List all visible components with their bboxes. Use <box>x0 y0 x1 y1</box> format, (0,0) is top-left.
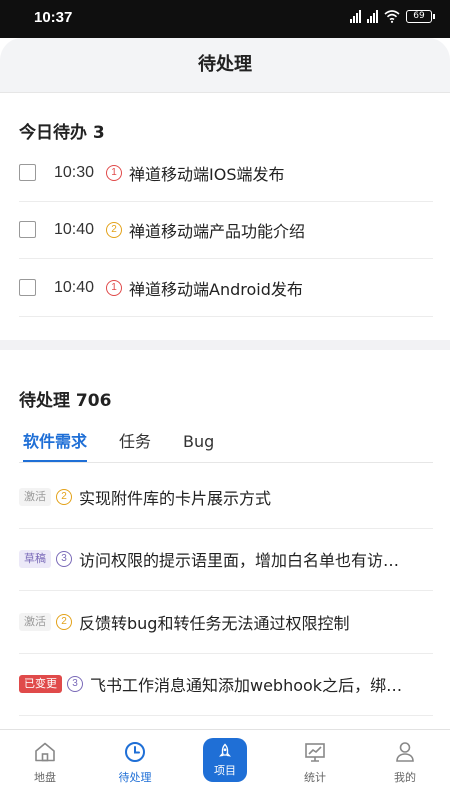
nav-label: 地盘 <box>34 771 56 784</box>
story-item[interactable]: 激活 2 反馈转bug和转任务无法通过权限控制 <box>19 591 433 654</box>
story-item[interactable]: 草稿 3 访问权限的提示语里面，增加白名单也有访… <box>19 528 433 591</box>
todo-time: 10:30 <box>54 163 95 181</box>
todo-checkbox[interactable] <box>19 279 36 296</box>
today-todo-title: 今日待办 3 <box>19 123 105 143</box>
status-badge: 草稿 <box>19 550 51 568</box>
todo-time: 10:40 <box>54 220 95 238</box>
pending-tabs: 软件需求 任务 Bug <box>19 422 433 463</box>
todo-item[interactable]: 10:40 2 禅道移动端产品功能介绍 <box>19 201 433 259</box>
nav-item-profile[interactable]: 我的 <box>360 730 450 800</box>
status-icons: 69 <box>350 10 435 23</box>
todo-item[interactable]: 10:30 1 禅道移动端IOS端发布 <box>19 144 433 202</box>
nav-item-home[interactable]: 地盘 <box>0 730 90 800</box>
todo-item[interactable]: 10:40 1 禅道移动端Android发布 <box>19 259 433 317</box>
home-icon <box>35 742 55 762</box>
priority-icon: 2 <box>106 221 122 238</box>
story-title: 实现附件库的卡片展示方式 <box>79 489 272 508</box>
nav-label: 项目 <box>214 763 236 777</box>
tab-task[interactable]: 任务 <box>115 422 155 462</box>
priority-icon: 1 <box>106 279 122 296</box>
status-time: 10:37 <box>34 9 73 26</box>
todo-text: 禅道移动端产品功能介绍 <box>129 221 306 241</box>
todo-text: 禅道移动端IOS端发布 <box>129 164 285 184</box>
tab-bug[interactable]: Bug <box>179 422 218 462</box>
user-icon <box>396 742 414 762</box>
priority-icon: 1 <box>106 164 122 181</box>
status-badge: 激活 <box>19 613 51 631</box>
nav-label: 我的 <box>394 771 416 784</box>
nav-item-project[interactable]: 项目 <box>180 730 270 800</box>
story-item[interactable]: 已变更 3 飞书工作消息通知添加webhook之后，绑… <box>19 653 433 716</box>
wifi-icon <box>384 10 400 23</box>
pending-title: 待处理 706 <box>19 391 112 411</box>
story-item[interactable]: 激活 2 实现附件库的卡片展示方式 <box>19 466 433 529</box>
story-title: 访问权限的提示语里面，增加白名单也有访… <box>79 551 400 570</box>
nav-item-pending[interactable]: 待处理 <box>90 730 180 800</box>
priority-icon: 3 <box>56 551 72 567</box>
status-badge: 已变更 <box>19 675 62 693</box>
priority-icon: 2 <box>56 489 72 505</box>
nav-label: 统计 <box>304 771 326 784</box>
nav-item-stats[interactable]: 统计 <box>270 730 360 800</box>
status-badge: 激活 <box>19 488 51 506</box>
bottom-nav: 地盘 待处理 项目 统计 我的 <box>0 729 450 800</box>
story-title: 反馈转bug和转任务无法通过权限控制 <box>79 614 350 633</box>
battery-icon: 69 <box>406 10 435 23</box>
project-button[interactable]: 项目 <box>203 738 247 782</box>
rocket-icon <box>218 743 232 757</box>
section-divider <box>0 340 450 350</box>
todo-time: 10:40 <box>54 278 95 296</box>
todo-checkbox[interactable] <box>19 164 36 181</box>
todo-text: 禅道移动端Android发布 <box>129 279 303 299</box>
status-bar: 10:37 69 <box>0 0 450 38</box>
todo-checkbox[interactable] <box>19 221 36 238</box>
clock-icon <box>125 742 145 762</box>
signal-icon <box>350 10 361 23</box>
chart-icon <box>305 743 325 762</box>
priority-icon: 3 <box>67 676 83 692</box>
tab-story[interactable]: 软件需求 <box>19 422 91 462</box>
signal-icon-2 <box>367 10 378 23</box>
page-title: 待处理 <box>0 38 450 93</box>
priority-icon: 2 <box>56 614 72 630</box>
nav-label: 待处理 <box>118 771 152 784</box>
pending-page: 待处理 今日待办 3 10:30 1 禅道移动端IOS端发布 10:40 2 禅… <box>0 38 450 800</box>
story-title: 飞书工作消息通知添加webhook之后，绑… <box>90 676 403 695</box>
